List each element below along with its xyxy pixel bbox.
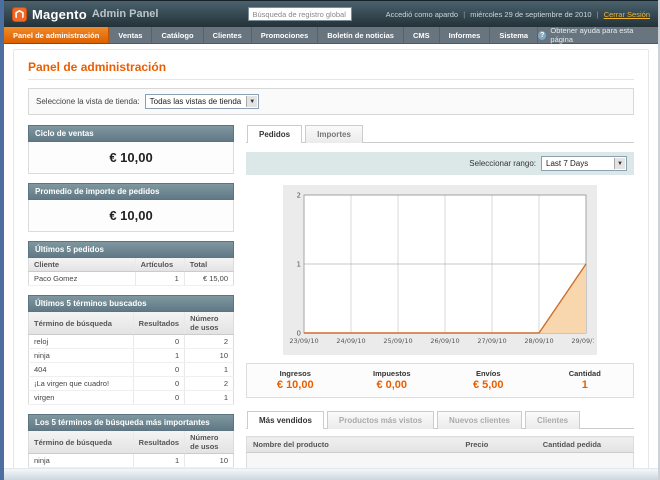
title-divider [28, 79, 634, 80]
tab-bestsellers[interactable]: Más vendidos [247, 411, 324, 429]
table-row[interactable]: reloj 0 2 [28, 334, 234, 349]
range-select[interactable]: Last 7 Days ▼ [541, 156, 627, 171]
global-search-input[interactable] [248, 7, 353, 21]
table-row[interactable]: ¡La virgen que cuadro! 0 2 [28, 376, 234, 391]
stat-quantity: Cantidad 1 [568, 369, 601, 391]
nav-item-cms[interactable]: CMS [404, 27, 440, 43]
window-bottom-strip [4, 468, 658, 480]
widget-title: Últimos 5 pedidos [28, 241, 234, 258]
tab-customers[interactable]: Clientes [524, 411, 581, 429]
chevron-down-icon: ▼ [614, 158, 625, 169]
brand-name: Magento [32, 6, 87, 22]
table-row[interactable]: 404 0 1 [28, 362, 234, 377]
store-view-select[interactable]: Todas las vistas de tienda ▼ [144, 94, 260, 109]
dashboard-left-column: Ciclo de ventas € 10,00 Promedio de impo… [28, 125, 234, 480]
stat-tax: Impuestos € 0,00 [372, 369, 411, 391]
grids-tabs: Más vendidos Productos más vistos Nuevos… [246, 411, 634, 429]
nav-item-system[interactable]: Sistema [490, 27, 539, 43]
nav-item-customers[interactable]: Clientes [204, 27, 252, 43]
store-view-label: Seleccione la vista de tienda: [36, 97, 140, 106]
content-container: Panel de administración Seleccione la vi… [13, 49, 649, 480]
last-search-terms-table: Término de búsqueda Resultados Número de… [28, 312, 234, 405]
table-row[interactable]: virgen 0 1 [28, 390, 234, 405]
last-orders-table: Cliente Artículos Total Paco Gomez 1 € 1… [28, 258, 234, 286]
table-row[interactable]: ninja 1 10 [28, 348, 234, 363]
current-date: miércoles 29 de septiembre de 2010 [470, 9, 592, 19]
chevron-down-icon: ▼ [246, 96, 258, 107]
orders-chart: 0 1 2 23/09/10 24/09/10 25/09/10 26/09/10 27/09… [283, 185, 601, 355]
nav-item-sales[interactable]: Ventas [109, 27, 153, 43]
brand-suffix: Admin Panel [91, 8, 159, 20]
svg-text:25/09/10: 25/09/10 [383, 337, 412, 345]
average-orders-value: € 10,00 [28, 200, 234, 232]
totals-bar: Ingresos € 10,00 Impuestos € 0,00 Envíos… [246, 363, 634, 398]
diagram-tabs: Pedidos Importes [246, 125, 634, 143]
help-icon: ? [538, 30, 547, 40]
logout-link[interactable]: Cerrar Sesión [604, 10, 650, 19]
svg-text:24/09/10: 24/09/10 [336, 337, 365, 345]
tab-most-viewed[interactable]: Productos más vistos [326, 411, 435, 429]
svg-text:2: 2 [297, 192, 301, 200]
svg-text:27/09/10: 27/09/10 [477, 337, 506, 345]
range-label: Seleccionar rango: [469, 159, 536, 168]
store-view-chooser: Seleccione la vista de tienda: Todas las… [28, 88, 634, 115]
session-info: Accedió como apardo | miércoles 29 de se… [385, 9, 650, 19]
svg-text:23/09/10: 23/09/10 [289, 337, 318, 345]
average-orders-widget: Promedio de importe de pedidos € 10,00 [28, 183, 234, 232]
nav-item-dashboard[interactable]: Panel de administración [4, 27, 110, 43]
main-nav: Panel de administración Ventas Catálogo … [4, 26, 658, 44]
lifetime-sales-value: € 10,00 [28, 142, 234, 174]
svg-text:26/09/10: 26/09/10 [430, 337, 459, 345]
range-selector-bar: Seleccionar rango: Last 7 Days ▼ [246, 152, 634, 175]
widget-title: Ciclo de ventas [28, 125, 234, 142]
stat-revenue: Ingresos € 10,00 [276, 369, 314, 391]
widget-title: Promedio de importe de pedidos [28, 183, 234, 200]
nav-item-catalog[interactable]: Catálogo [152, 27, 204, 43]
nav-item-reports[interactable]: Informes [440, 27, 491, 43]
svg-text:1: 1 [297, 261, 301, 269]
tab-new-customers[interactable]: Nuevos clientes [437, 411, 522, 429]
logged-in-as: Accedió como apardo [385, 9, 459, 19]
page-help-link[interactable]: ? Obtener ayuda para esta página [538, 26, 658, 44]
last-orders-widget: Últimos 5 pedidos Cliente Artículos Tota… [28, 241, 234, 286]
table-row[interactable]: Paco Gomez 1 € 15,00 [28, 271, 234, 286]
widget-title: Los 5 términos de búsqueda más important… [28, 414, 234, 431]
dashboard-main-panel: Pedidos Importes Seleccionar rango: Last… [246, 125, 634, 480]
svg-text:28/09/10: 28/09/10 [524, 337, 553, 345]
magento-logo-icon [12, 6, 27, 22]
page-title: Panel de administración [28, 60, 167, 74]
stat-shipping: Envíos € 5,00 [472, 369, 504, 391]
nav-item-newsletter[interactable]: Boletín de noticias [318, 27, 404, 43]
magento-admin-window: Magento Admin Panel Accedió como apardo … [0, 0, 660, 480]
svg-text:29/09/10: 29/09/10 [571, 337, 594, 345]
nav-item-promotions[interactable]: Promociones [252, 27, 319, 43]
tab-amounts[interactable]: Importes [305, 125, 363, 143]
widget-title: Últimos 5 términos buscados [28, 295, 234, 312]
table-row[interactable]: ninja 1 10 [28, 453, 234, 468]
lifetime-sales-widget: Ciclo de ventas € 10,00 [28, 125, 234, 174]
tab-orders[interactable]: Pedidos [247, 125, 303, 143]
top-header: Magento Admin Panel Accedió como apardo … [4, 0, 658, 27]
last-search-terms-widget: Últimos 5 términos buscados Término de b… [28, 295, 234, 405]
